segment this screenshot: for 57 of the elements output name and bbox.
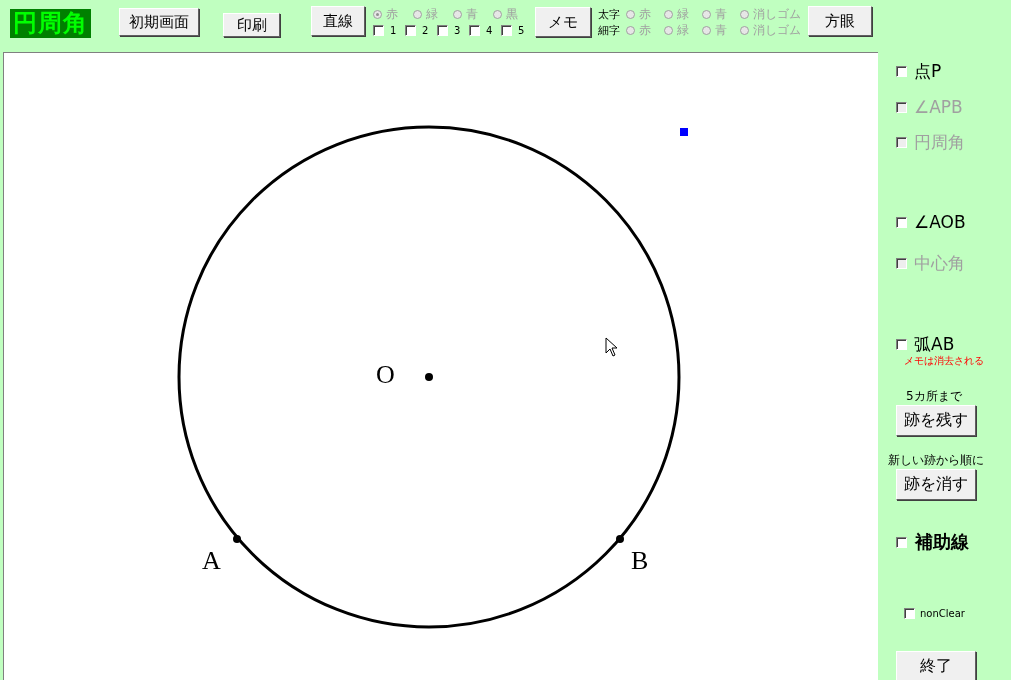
- checkbox[interactable]: [469, 24, 480, 36]
- print-button[interactable]: 印刷: [223, 13, 280, 37]
- radio-label: 消しゴム: [753, 5, 801, 23]
- checkbox-label: 5: [518, 24, 525, 36]
- checkbox-label: 弧AB: [914, 333, 955, 356]
- point-dot: [616, 535, 624, 543]
- warning-note: メモは消去される: [904, 354, 984, 368]
- cursor-icon: [605, 337, 618, 357]
- radio-label: 消しゴム: [753, 21, 801, 39]
- point-label: A: [202, 546, 221, 575]
- checkbox[interactable]: [896, 66, 907, 77]
- radio-label: 青: [466, 5, 478, 23]
- radio-label: 緑: [426, 5, 438, 23]
- radio-label: 黒: [506, 5, 518, 23]
- button-caption: 新しい跡から順に: [888, 452, 984, 469]
- grid-button[interactable]: 方眼: [808, 6, 872, 36]
- checkbox[interactable]: [437, 24, 448, 36]
- point-dot: [425, 373, 433, 381]
- checkbox[interactable]: [896, 536, 907, 548]
- checkbox-label: 点P: [914, 60, 942, 83]
- checkbox-label: nonClear: [920, 608, 965, 619]
- app-title: 円周角: [10, 9, 91, 38]
- radio-label: 赤: [639, 5, 651, 23]
- side-button[interactable]: 終了: [896, 651, 976, 680]
- handle-marker[interactable]: [680, 128, 688, 136]
- checkbox-label: 2: [422, 24, 429, 36]
- checkbox-label: 中心角: [914, 252, 965, 275]
- side-button[interactable]: 跡を残す: [896, 405, 976, 436]
- checkbox-label: 4: [486, 24, 493, 36]
- button-caption: 5カ所まで: [906, 388, 962, 405]
- radio-label: 赤: [639, 21, 651, 39]
- point-dot: [233, 535, 241, 543]
- checkbox[interactable]: [896, 339, 907, 350]
- checkbox-label: 3: [454, 24, 461, 36]
- point-label: B: [631, 546, 649, 575]
- checkbox[interactable]: [896, 216, 907, 228]
- checkbox-label: 補助線: [915, 530, 969, 554]
- radio-label: 赤: [386, 5, 398, 23]
- row-label: 細字: [598, 22, 620, 38]
- reset-button[interactable]: 初期画面: [119, 8, 199, 36]
- checkbox-label: ∠AOB: [914, 212, 966, 232]
- radio-label: 緑: [677, 5, 689, 23]
- checkbox[interactable]: [373, 24, 384, 36]
- radio-label: 青: [715, 21, 727, 39]
- checkbox-label: 円周角: [914, 131, 965, 154]
- checkbox-label: ∠APB: [914, 97, 963, 117]
- checkbox[interactable]: [405, 24, 416, 36]
- radio-label: 青: [715, 5, 727, 23]
- point-label: O: [376, 360, 395, 389]
- radio-label: 緑: [677, 21, 689, 39]
- checkbox[interactable]: [501, 24, 512, 36]
- checkbox[interactable]: [904, 608, 915, 619]
- checkbox-label: 1: [390, 24, 397, 36]
- row-label: 太字: [598, 6, 620, 22]
- side-button[interactable]: 跡を消す: [896, 469, 976, 500]
- memo-button[interactable]: メモ: [535, 7, 591, 37]
- line-button[interactable]: 直線: [311, 6, 365, 36]
